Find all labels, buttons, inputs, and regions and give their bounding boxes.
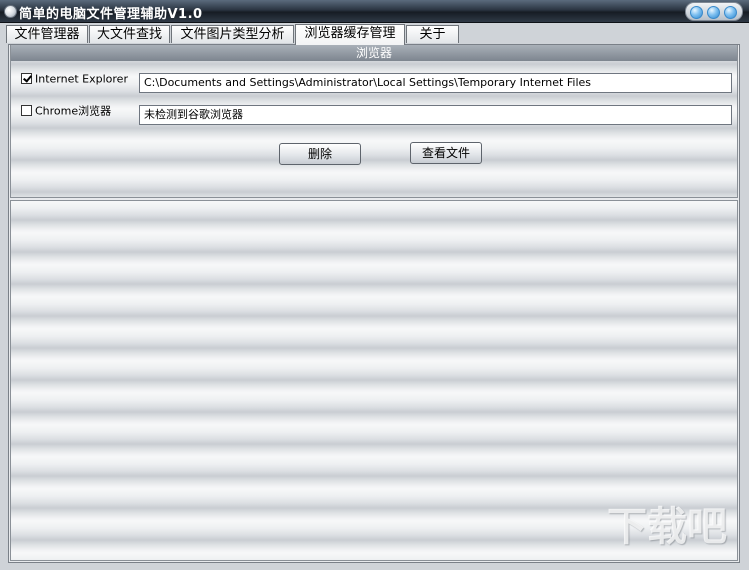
window-title: 简单的电脑文件管理辅助V1.0 xyxy=(19,7,203,22)
tab-file-image-type-analysis[interactable]: 文件图片类型分析 xyxy=(171,25,294,43)
tab-browser-cache[interactable]: 浏览器缓存管理 xyxy=(295,24,405,45)
tab-about[interactable]: 关于 xyxy=(406,25,459,43)
chrome-checkbox-row[interactable]: Chrome浏览器 xyxy=(21,103,111,119)
tab-large-file-search[interactable]: 大文件查找 xyxy=(89,25,170,43)
ie-label: Internet Explorer xyxy=(35,72,128,86)
maximize-icon[interactable] xyxy=(707,6,720,19)
ie-cache-path-field[interactable]: C:\Documents and Settings\Administrator\… xyxy=(139,73,732,93)
tab-panel: 浏览器 Internet Explorer C:\Documents and S… xyxy=(8,44,740,563)
chrome-label: Chrome浏览器 xyxy=(35,104,112,118)
minimize-icon[interactable] xyxy=(690,6,703,19)
chrome-cache-path-field[interactable]: 未检测到谷歌浏览器 xyxy=(139,105,732,125)
group-header: 浏览器 xyxy=(11,45,737,61)
checkmark-icon[interactable] xyxy=(21,73,32,84)
ie-checkbox-row[interactable]: Internet Explorer xyxy=(21,71,128,87)
view-files-button[interactable]: 查看文件 xyxy=(410,142,482,164)
tab-file-manager[interactable]: 文件管理器 xyxy=(6,25,88,43)
chrome-checkbox[interactable] xyxy=(21,105,32,116)
tab-strip: 文件管理器 大文件查找 文件图片类型分析 浏览器缓存管理 关于 xyxy=(6,24,743,45)
delete-button[interactable]: 删除 xyxy=(279,143,361,165)
file-list-area[interactable]: 下载吧 xyxy=(10,200,738,561)
watermark-logo: 下载吧 xyxy=(607,504,727,550)
close-icon[interactable] xyxy=(724,6,737,19)
window-controls xyxy=(685,2,743,21)
app-icon xyxy=(4,5,17,18)
browser-group: 浏览器 Internet Explorer C:\Documents and S… xyxy=(10,45,738,198)
window-titlebar[interactable]: 简单的电脑文件管理辅助V1.0 xyxy=(0,0,749,23)
